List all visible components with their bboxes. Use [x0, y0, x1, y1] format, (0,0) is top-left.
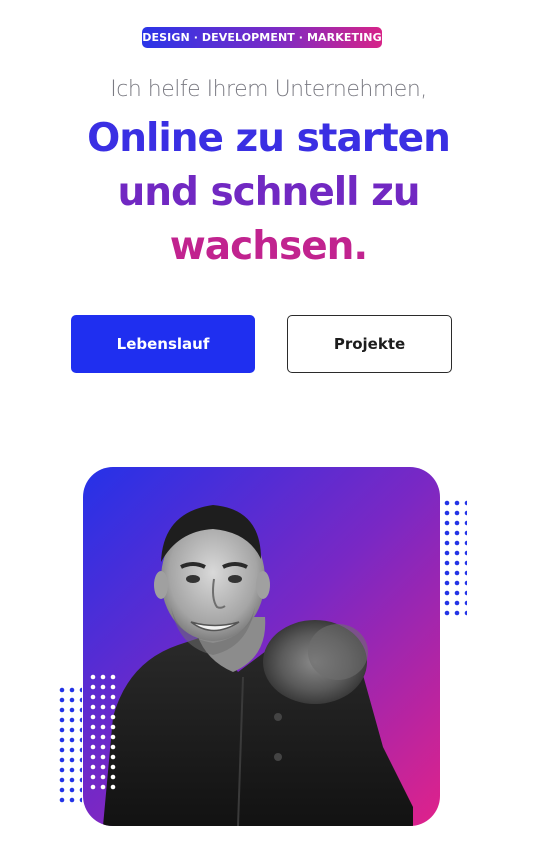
hero-headline: Online zu starten und schnell zu wachsen…: [0, 112, 537, 274]
dot-pattern-left-white: [88, 672, 118, 792]
resume-button-label: Lebenslauf: [116, 335, 210, 353]
hero-intro: Ich helfe Ihrem Unternehmen,: [110, 77, 427, 102]
dot-pattern-right-blue: [442, 498, 467, 618]
services-badge-label: DESIGN · DEVELOPMENT · MARKETING: [142, 31, 382, 44]
headline-line-2: und schnell zu: [117, 170, 420, 215]
projects-button[interactable]: Projekte: [287, 315, 452, 373]
headline-line-1: Online zu starten: [87, 116, 451, 161]
services-badge: DESIGN · DEVELOPMENT · MARKETING: [142, 27, 382, 48]
resume-button[interactable]: Lebenslauf: [71, 315, 255, 373]
portrait-photo: [103, 505, 413, 826]
projects-button-label: Projekte: [333, 335, 406, 353]
headline-line-3: wachsen.: [169, 224, 368, 269]
portrait-card: [83, 467, 440, 826]
